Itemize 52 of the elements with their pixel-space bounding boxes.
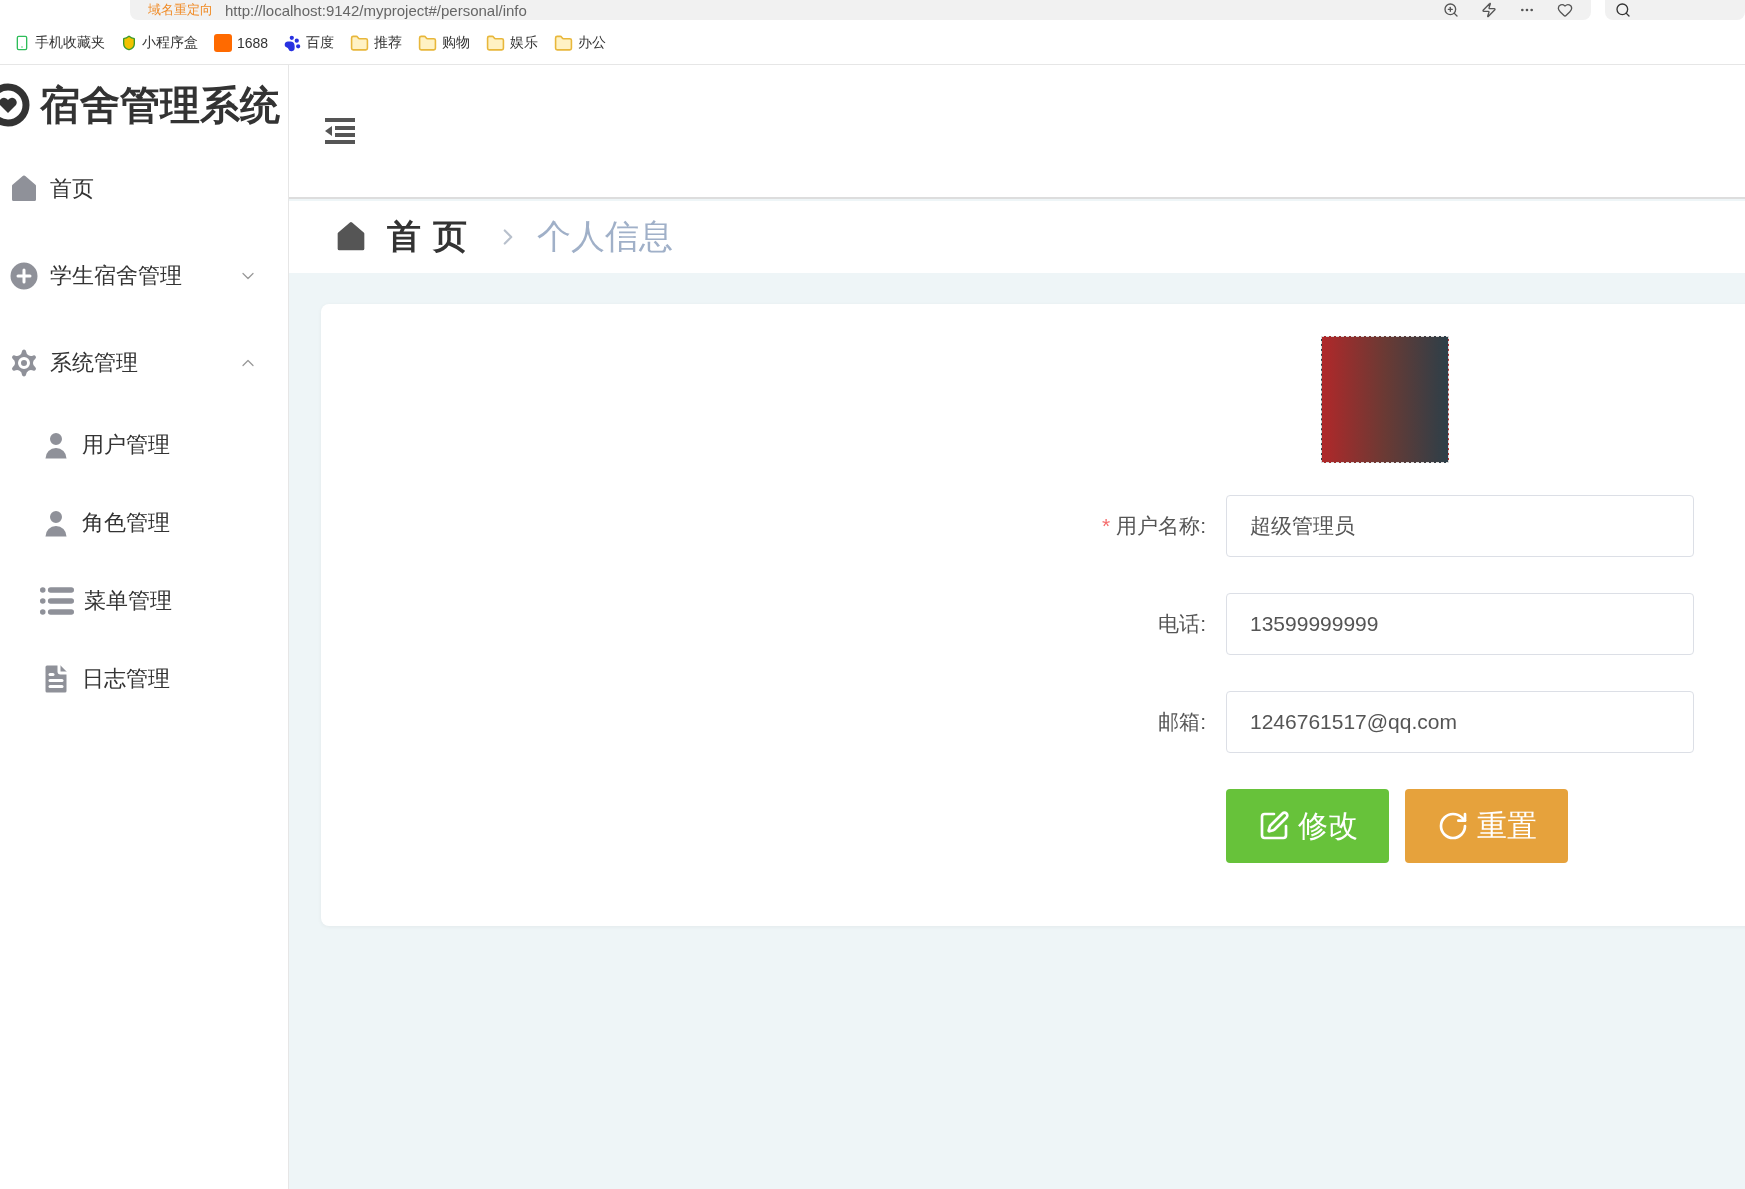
required-mark: * <box>1101 514 1111 537</box>
bookmark-label: 推荐 <box>374 34 403 52</box>
bookmark-link[interactable]: 1688 <box>214 34 269 52</box>
input-field[interactable]: 1246761517@qq.com <box>1226 691 1694 753</box>
bookmark-link[interactable]: 百度 <box>284 34 335 52</box>
bookmark-label: 手机收藏夹 <box>35 34 105 52</box>
bookmark-link[interactable]: 购物 <box>418 33 471 53</box>
menu-item[interactable]: 角色管理 <box>0 484 288 562</box>
bookmark-label: 小程序盒 <box>142 34 198 52</box>
shield-icon <box>121 35 137 51</box>
field-label: 邮箱: <box>1157 709 1206 735</box>
bookmark-label: 娱乐 <box>510 34 539 52</box>
breadcrumb-current: 个人信息 <box>537 216 673 257</box>
menu-item[interactable]: 用户管理 <box>0 406 288 484</box>
bookmark-link[interactable]: 办公 <box>554 33 607 53</box>
menu-collapse-icon[interactable] <box>325 118 355 144</box>
input-field[interactable]: 13599999999 <box>1226 593 1694 655</box>
url-text: http://localhost:9142/myproject#/personal/info <box>225 1 528 19</box>
bookmark-label: 办公 <box>578 34 607 52</box>
zoom-icon[interactable] <box>1443 2 1460 18</box>
square-logo-icon <box>214 34 232 52</box>
bookmark-label: 百度 <box>306 34 335 52</box>
menu-item[interactable]: 系统管理 <box>0 319 288 406</box>
search-field[interactable] <box>1605 0 1745 20</box>
menu-item[interactable]: 日志管理 <box>0 640 288 718</box>
field-label: 电话: <box>1157 611 1206 637</box>
app-title: 宿舍管理系统 <box>40 81 280 129</box>
field-label: * 用户名称: <box>1100 513 1206 539</box>
lightning-icon[interactable] <box>1481 2 1498 18</box>
redirect-label: 域名重定向 <box>148 1 213 19</box>
input-field[interactable]: 超级管理员 <box>1226 495 1694 557</box>
bookmark-link[interactable]: 手机收藏夹 <box>14 34 105 52</box>
folder-icon <box>486 33 506 53</box>
bookmark-link[interactable]: 推荐 <box>350 33 403 53</box>
menu-item[interactable]: 首页 <box>0 145 288 232</box>
folder-icon <box>418 33 438 53</box>
menu-item[interactable]: 菜单管理 <box>0 562 288 640</box>
breadcrumb-link[interactable]: 首页 <box>387 214 479 260</box>
address-bar[interactable]: 域名重定向 http://localhost:9142/myproject#/personal/info <box>130 0 1592 20</box>
paw-icon <box>284 34 302 52</box>
bookmark-label: 1688 <box>237 35 269 51</box>
menu-item[interactable]: 学生宿舍管理 <box>0 232 288 319</box>
folder-icon <box>350 33 370 53</box>
folder-icon <box>554 33 574 53</box>
search-icon <box>1615 2 1632 18</box>
phone-icon <box>14 35 30 51</box>
bookmark-link[interactable]: 小程序盒 <box>121 34 198 52</box>
heart-icon[interactable] <box>1557 2 1574 18</box>
bookmark-link[interactable]: 娱乐 <box>486 33 539 53</box>
avatar-photo-placeholder[interactable] <box>1321 336 1449 463</box>
bookmark-label: 购物 <box>442 34 471 52</box>
logo-icon <box>0 83 30 127</box>
